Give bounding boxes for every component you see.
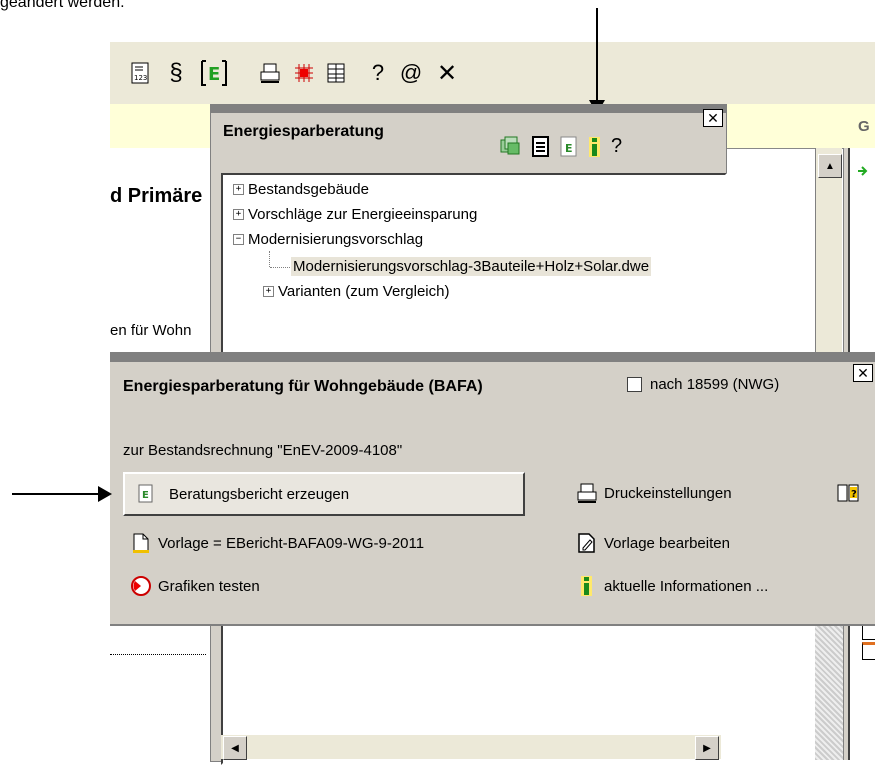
nwg-checkbox[interactable]: nach 18599 (NWG) <box>627 376 779 393</box>
document-text-fragment: en für Wohn <box>110 322 192 339</box>
info-icon[interactable] <box>587 135 603 164</box>
list-numbers-icon[interactable]: 123 <box>126 58 156 88</box>
graphics-test-icon <box>130 575 152 597</box>
test-graphics-button[interactable]: Grafiken testen <box>130 575 260 597</box>
scroll-left-icon[interactable]: ◀ <box>223 736 247 760</box>
edit-document-icon <box>576 532 598 554</box>
checkbox-icon[interactable] <box>627 377 642 392</box>
expand-icon[interactable]: + <box>233 209 244 220</box>
tree-item-label: Varianten (zum Vergleich) <box>278 283 450 300</box>
energy-report-icon[interactable]: E <box>559 135 579 164</box>
table-icon[interactable] <box>322 58 350 88</box>
right-column-header: G <box>858 118 870 135</box>
grid-red-icon[interactable] <box>290 58 318 88</box>
horizontal-scrollbar[interactable]: ◀ ▶ <box>221 735 721 760</box>
energy-report-icon: E <box>135 483 157 505</box>
tree-item-varianten[interactable]: + Varianten (zum Vergleich) <box>263 283 449 300</box>
scroll-right-icon[interactable]: ▶ <box>695 736 719 760</box>
close-dialog-button[interactable]: ✕ <box>853 364 873 382</box>
document-list-icon[interactable] <box>531 135 551 164</box>
scroll-up-icon[interactable]: ▲ <box>818 154 842 178</box>
email-icon[interactable]: @ <box>398 58 424 88</box>
energy-e-icon[interactable]: E <box>198 58 230 88</box>
tree-item-vorschlaege[interactable]: + Vorschläge zur Energieeinsparung <box>233 206 477 223</box>
window-titlebar <box>211 105 726 113</box>
help-icon[interactable]: ? <box>611 135 622 158</box>
current-info-label: aktuelle Informationen ... <box>604 577 769 595</box>
template-label: Vorlage = EBericht-BAFA09-WG-9-2011 <box>158 534 425 552</box>
edit-template-label: Vorlage bearbeiten <box>604 534 730 552</box>
hatched-area <box>815 610 843 760</box>
svg-text:E: E <box>142 490 149 501</box>
help-book-icon[interactable]: ? <box>836 482 860 508</box>
svg-text:123: 123 <box>134 74 147 82</box>
expand-icon[interactable]: + <box>263 286 274 297</box>
tree-item-label: Modernisierungsvorschlag <box>248 231 424 248</box>
expand-icon[interactable]: + <box>233 184 244 195</box>
template-row[interactable]: Vorlage = EBericht-BAFA09-WG-9-2011 <box>130 532 424 554</box>
generate-report-label: Beratungsbericht erzeugen <box>169 485 350 503</box>
close-window-button[interactable]: ✕ <box>703 109 723 127</box>
current-info-button[interactable]: aktuelle Informationen ... <box>576 575 768 597</box>
bafa-dialog: Energiesparberatung für Wohngebäude (BAF… <box>110 352 875 626</box>
tree-item-label: Bestandsgebäude <box>248 181 369 198</box>
document-yellow-icon <box>130 532 152 554</box>
dialog-titlebar <box>110 352 875 362</box>
checkbox-label: nach 18599 (NWG) <box>650 376 780 393</box>
edit-template-button[interactable]: Vorlage bearbeiten <box>576 532 730 554</box>
generate-report-button[interactable]: E Beratungsbericht erzeugen <box>123 472 525 516</box>
annotation-arrow-down <box>596 8 598 106</box>
tree-item-bestandsgebaeude[interactable]: + Bestandsgebäude <box>233 181 369 198</box>
info-icon <box>576 575 598 597</box>
green-arrow-icon <box>858 166 868 176</box>
document-heading-fragment: d Primäre <box>110 185 203 207</box>
print-settings-label: Druckeinstellungen <box>604 484 732 502</box>
tree-item-selected-file[interactable]: Modernisierungsvorschlag-3Bauteile+Holz+… <box>291 257 652 276</box>
annotation-arrow-right <box>12 493 102 495</box>
dotted-separator <box>110 654 206 655</box>
print-settings-button[interactable]: Druckeinstellungen <box>576 482 732 504</box>
tree-item-label: Modernisierungsvorschlag-3Bauteile+Holz+… <box>293 258 650 275</box>
svg-text:E: E <box>565 142 573 155</box>
dialog-subtitle: zur Bestandsrechnung "EnEV-2009-4108" <box>123 442 403 459</box>
window-title: Energiesparberatung <box>223 123 384 140</box>
tree-line <box>269 251 271 267</box>
close-icon[interactable]: ✕ <box>434 58 460 88</box>
dialog-title: Energiesparberatung für Wohngebäude (BAF… <box>123 378 483 395</box>
test-graphics-label: Grafiken testen <box>158 577 260 595</box>
right-icons <box>858 620 875 730</box>
paragraph-icon[interactable]: § <box>162 58 190 88</box>
copy-green-icon[interactable] <box>499 135 521 162</box>
print-icon[interactable] <box>256 58 284 88</box>
collapse-icon[interactable]: − <box>233 234 244 245</box>
svg-text:?: ? <box>851 489 857 500</box>
svg-text:E: E <box>208 64 220 85</box>
doc-orange-icon <box>862 642 875 660</box>
tree-item-modernisierungsvorschlag[interactable]: − Modernisierungsvorschlag <box>233 231 423 248</box>
tree-item-label: Vorschläge zur Energieeinsparung <box>248 206 478 223</box>
print-icon <box>576 482 598 504</box>
document-text: geändert werden. <box>0 0 125 11</box>
annotation-arrowhead-right <box>98 486 112 502</box>
help-icon[interactable]: ? <box>368 58 388 88</box>
tree-line <box>270 267 290 268</box>
